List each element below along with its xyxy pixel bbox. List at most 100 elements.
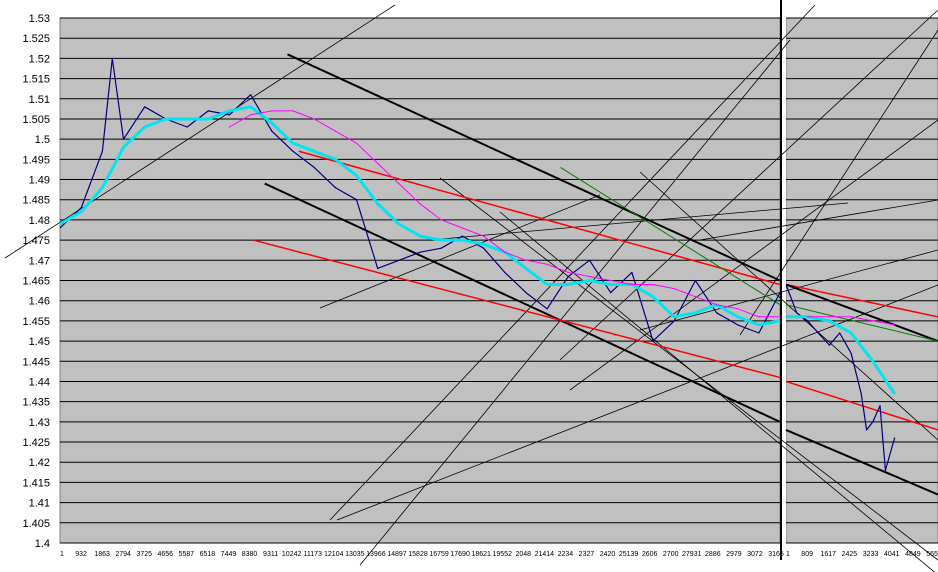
data-point [872, 320, 874, 322]
x-tick-label: 932 [75, 551, 87, 558]
data-point [419, 235, 421, 237]
data-point [525, 292, 527, 294]
x-tick-label: 7449 [221, 551, 237, 558]
data-point [440, 239, 442, 241]
data-point [144, 126, 146, 128]
data-point [207, 110, 209, 112]
x-tick-label: 1 [786, 551, 790, 558]
x-tick-label: 12104 [324, 551, 344, 558]
x-tick-label: 13035 [345, 551, 365, 558]
data-point [758, 316, 760, 318]
y-tick-label: 1.495 [22, 154, 50, 166]
data-point [377, 203, 379, 205]
data-point [440, 247, 442, 249]
y-tick-label: 1.49 [29, 175, 50, 187]
data-point [292, 110, 294, 112]
data-point [567, 271, 569, 274]
data-point [879, 405, 881, 407]
x-tick-label: 4041 [884, 551, 900, 558]
data-point [165, 118, 167, 120]
x-tick-label: 4849 [905, 551, 921, 558]
data-point [355, 142, 358, 144]
x-tick-label: 2420 [600, 551, 616, 558]
x-tick-label: 4656 [158, 551, 174, 558]
y-tick-label: 1.51 [29, 94, 50, 106]
y-tick-label: 1.525 [22, 33, 50, 45]
y-tick-label: 1.435 [22, 397, 50, 409]
y-tick-label: 1.47 [29, 255, 50, 267]
data-point [482, 247, 485, 249]
x-tick-label: 2234 [558, 551, 574, 558]
data-point [398, 259, 400, 261]
x-tick-label: 14897 [387, 551, 407, 558]
data-point [673, 320, 675, 322]
x-tick-label: 809 [801, 551, 813, 558]
data-point [504, 271, 506, 274]
data-point [101, 150, 103, 152]
data-point [144, 106, 146, 108]
data-point [694, 296, 696, 298]
data-point [631, 283, 633, 286]
data-point [828, 344, 831, 346]
y-tick-label: 1.53 [29, 13, 50, 25]
y-tick-label: 1.515 [22, 74, 50, 86]
y-tick-label: 1.455 [22, 316, 50, 328]
data-point [334, 130, 336, 132]
data-point [250, 114, 252, 116]
data-point [567, 283, 569, 286]
x-tick-label: 2606 [642, 551, 658, 558]
y-tick-label: 1.46 [29, 296, 50, 308]
data-point [715, 304, 718, 306]
y-tick-label: 1.445 [22, 356, 50, 368]
data-point [419, 251, 421, 253]
data-point [80, 207, 82, 209]
data-point [292, 150, 294, 152]
data-point [101, 187, 103, 189]
data-point [122, 146, 125, 148]
x-tick-label: 2886 [705, 551, 721, 558]
y-tick-label: 1.505 [22, 114, 50, 126]
data-point [355, 174, 358, 177]
data-point [588, 275, 591, 278]
data-point [271, 122, 273, 124]
x-tick-label: 16759 [429, 551, 449, 558]
data-point [737, 308, 739, 310]
y-tick-label: 1.42 [29, 457, 50, 469]
x-tick-label: 9311 [263, 551, 278, 558]
x-tick-label: 17690 [450, 551, 470, 558]
data-point [652, 296, 654, 298]
x-tick-label: 5587 [179, 551, 195, 558]
data-point [228, 110, 231, 112]
x-tick-label: 2327 [579, 551, 595, 558]
data-point [250, 94, 252, 96]
x-tick-label: 1617 [820, 551, 836, 558]
x-tick-label: 11173 [303, 551, 322, 558]
x-tick-label: 21414 [535, 551, 555, 558]
data-point [440, 219, 442, 221]
x-tick-label: 5657 [926, 551, 938, 558]
y-tick-label: 1.44 [29, 376, 50, 388]
data-point [588, 259, 591, 261]
y-tick-label: 1.415 [22, 477, 50, 489]
data-point [694, 312, 696, 314]
y-tick-label: 1.485 [22, 195, 50, 207]
data-point [610, 279, 612, 282]
x-tick-label: 3165 [768, 551, 784, 558]
data-point [893, 324, 896, 326]
x-tick-label: 2425 [842, 551, 858, 558]
data-point [817, 332, 819, 334]
data-point [737, 316, 739, 318]
data-point [250, 106, 252, 108]
x-tick-label: 1 [60, 551, 64, 558]
data-point [884, 469, 887, 471]
x-tick-label: 2048 [516, 551, 532, 558]
data-point [419, 203, 421, 205]
data-point [186, 118, 188, 120]
data-point [828, 316, 831, 318]
data-point [588, 279, 591, 282]
x-tick-label: 2979 [726, 551, 742, 558]
data-point [377, 162, 379, 164]
y-tick-label: 1.5 [35, 134, 50, 146]
y-tick-label: 1.405 [22, 518, 50, 530]
data-point [546, 263, 548, 265]
